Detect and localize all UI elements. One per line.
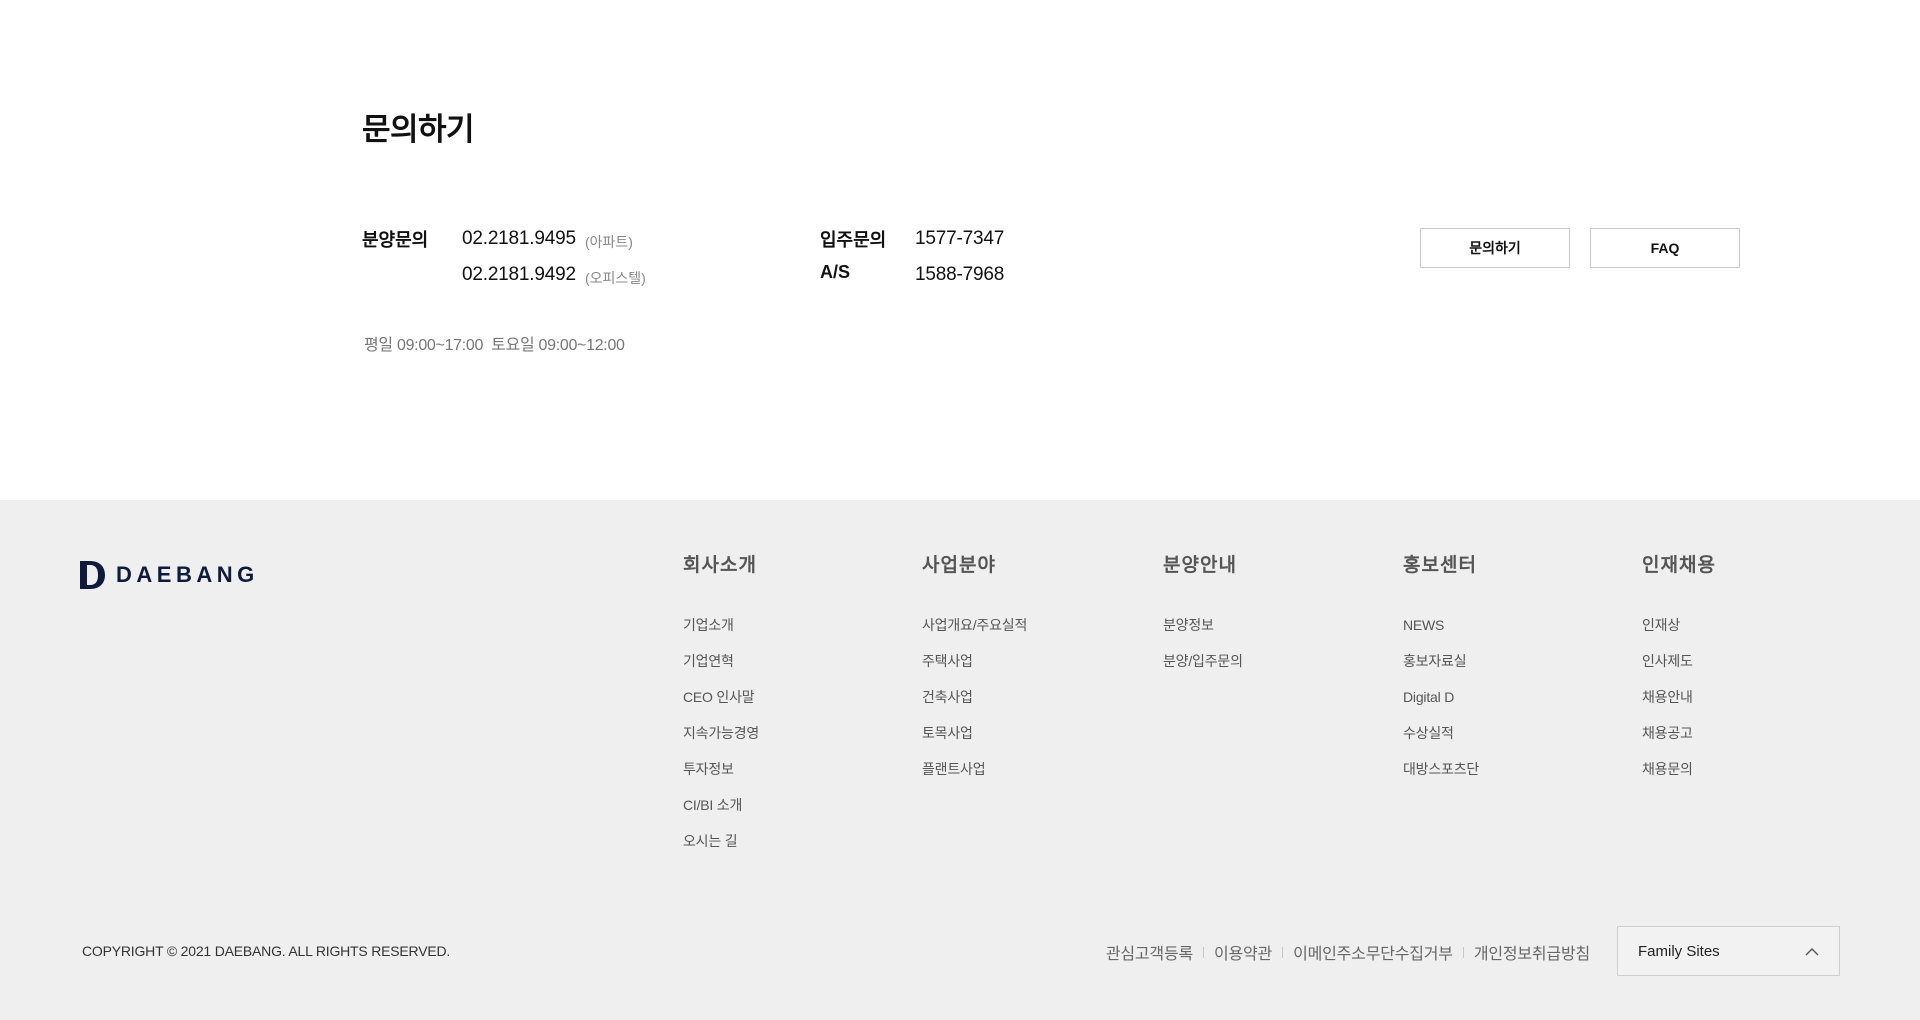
menu-item-news[interactable]: NEWS xyxy=(1403,616,1603,652)
menu-item-history[interactable]: 기업연혁 xyxy=(683,652,883,688)
menu-list-company: 기업소개 기업연혁 CEO 인사말 지속가능경영 투자정보 CI/BI 소개 오… xyxy=(683,616,883,868)
sales-inquiry-label: 분양문의 xyxy=(362,230,429,250)
menu-item-awards[interactable]: 수상실적 xyxy=(1403,724,1603,760)
menu-item-sales-inquiry[interactable]: 분양/입주문의 xyxy=(1163,652,1363,688)
menu-item-ideal-talent[interactable]: 인재상 xyxy=(1642,616,1842,652)
menu-item-business-overview[interactable]: 사업개요/주요실적 xyxy=(922,616,1122,652)
as-label: A/S xyxy=(820,262,851,282)
logo-wordmark: DAEBANG xyxy=(116,562,259,587)
family-sites-select[interactable]: Family Sites xyxy=(1617,926,1840,976)
menu-list-pr: NEWS 홍보자료실 Digital D 수상실적 대방스포츠단 xyxy=(1403,616,1603,796)
saturday-hours: 토요일 09:00~12:00 xyxy=(491,337,625,354)
sales-phone-apartment: 02.2181.9495 xyxy=(462,228,576,249)
footer-menu-pr: 홍보센터 NEWS 홍보자료실 Digital D 수상실적 대방스포츠단 xyxy=(1403,550,1603,796)
link-interest-registration[interactable]: 관심고객등록 xyxy=(1106,940,1193,964)
policy-links: 관심고객등록 이용약관 이메인주소무단수집거부 개인정보취급방침 xyxy=(1106,940,1590,964)
menu-item-architecture[interactable]: 건축사업 xyxy=(922,688,1122,724)
menu-item-digital-d[interactable]: Digital D xyxy=(1403,688,1603,724)
link-terms-of-use[interactable]: 이용약관 xyxy=(1214,940,1272,964)
daebang-d-mark-icon xyxy=(80,561,105,589)
menu-list-careers: 인재상 인사제도 채용안내 채용공고 채용문의 xyxy=(1642,616,1842,796)
menu-item-civil[interactable]: 토목사업 xyxy=(922,724,1122,760)
menu-heading-sales[interactable]: 분양안내 xyxy=(1163,550,1363,576)
menu-item-hr-system[interactable]: 인사제도 xyxy=(1642,652,1842,688)
menu-item-housing[interactable]: 주택사업 xyxy=(922,652,1122,688)
menu-item-sales-info[interactable]: 분양정보 xyxy=(1163,616,1363,652)
chevron-up-icon xyxy=(1805,947,1819,955)
menu-heading-company[interactable]: 회사소개 xyxy=(683,550,883,576)
daebang-logo[interactable]: DAEBANG xyxy=(78,560,259,590)
menu-item-sports-team[interactable]: 대방스포츠단 xyxy=(1403,760,1603,796)
sales-phone-officetel: 02.2181.9492 xyxy=(462,264,576,285)
footer-menu-business: 사업분야 사업개요/주요실적 주택사업 건축사업 토목사업 플랜트사업 xyxy=(922,550,1122,796)
site-footer: DAEBANG 회사소개 기업소개 기업연혁 CEO 인사말 지속가능경영 투자… xyxy=(0,500,1920,1020)
divider xyxy=(1282,946,1284,958)
move-in-inquiry-label: 입주문의 xyxy=(820,230,887,250)
link-privacy-policy[interactable]: 개인정보취급방침 xyxy=(1474,940,1590,964)
menu-heading-careers[interactable]: 인재채용 xyxy=(1642,550,1842,576)
as-phone: 1588-7968 xyxy=(915,264,1005,285)
menu-item-pr-materials[interactable]: 홍보자료실 xyxy=(1403,652,1603,688)
footer-menu-careers: 인재채용 인재상 인사제도 채용안내 채용공고 채용문의 xyxy=(1642,550,1842,796)
weekday-hours: 평일 09:00~17:00 xyxy=(364,337,484,354)
menu-list-business: 사업개요/주요실적 주택사업 건축사업 토목사업 플랜트사업 xyxy=(922,616,1122,796)
family-sites-label: Family Sites xyxy=(1638,942,1720,960)
business-hours: 평일 09:00~17:00 토요일 09:00~12:00 xyxy=(364,331,625,355)
divider xyxy=(1203,946,1204,958)
contact-title: 문의하기 xyxy=(362,112,475,147)
footer-menu-company: 회사소개 기업소개 기업연혁 CEO 인사말 지속가능경영 투자정보 CI/BI… xyxy=(683,550,883,868)
menu-item-company-intro[interactable]: 기업소개 xyxy=(683,616,883,652)
divider xyxy=(1462,946,1464,958)
menu-item-sustainability[interactable]: 지속가능경영 xyxy=(683,724,883,760)
menu-item-directions[interactable]: 오시는 길 xyxy=(683,832,883,868)
menu-heading-pr[interactable]: 홍보센터 xyxy=(1403,550,1603,576)
copyright-text: COPYRIGHT © 2021 DAEBANG. ALL RIGHTS RES… xyxy=(82,943,451,959)
inquiry-button[interactable]: 문의하기 xyxy=(1420,228,1570,268)
menu-item-recruit-inquiry[interactable]: 채용문의 xyxy=(1642,760,1842,796)
menu-item-ci-bi[interactable]: CI/BI 소개 xyxy=(683,796,883,832)
sales-note-officetel: (오피스텔) xyxy=(585,270,646,286)
menu-item-ceo-message[interactable]: CEO 인사말 xyxy=(683,688,883,724)
footer-menu-sales: 분양안내 분양정보 분양/입주문의 xyxy=(1163,550,1363,688)
menu-item-job-postings[interactable]: 채용공고 xyxy=(1642,724,1842,760)
contact-section: 문의하기 분양문의 02.2181.9495 (아파트) 02.2181.949… xyxy=(0,0,1920,500)
menu-heading-business[interactable]: 사업분야 xyxy=(922,550,1122,576)
menu-item-recruit-guide[interactable]: 채용안내 xyxy=(1642,688,1842,724)
menu-item-investment[interactable]: 투자정보 xyxy=(683,760,883,796)
faq-button[interactable]: FAQ xyxy=(1590,228,1740,268)
sales-note-apartment: (아파트) xyxy=(585,234,633,250)
menu-list-sales: 분양정보 분양/입주문의 xyxy=(1163,616,1363,688)
move-in-phone: 1577-7347 xyxy=(915,228,1005,249)
menu-item-plant[interactable]: 플랜트사업 xyxy=(922,760,1122,796)
link-email-collection-refusal[interactable]: 이메인주소무단수집거부 xyxy=(1293,940,1453,964)
